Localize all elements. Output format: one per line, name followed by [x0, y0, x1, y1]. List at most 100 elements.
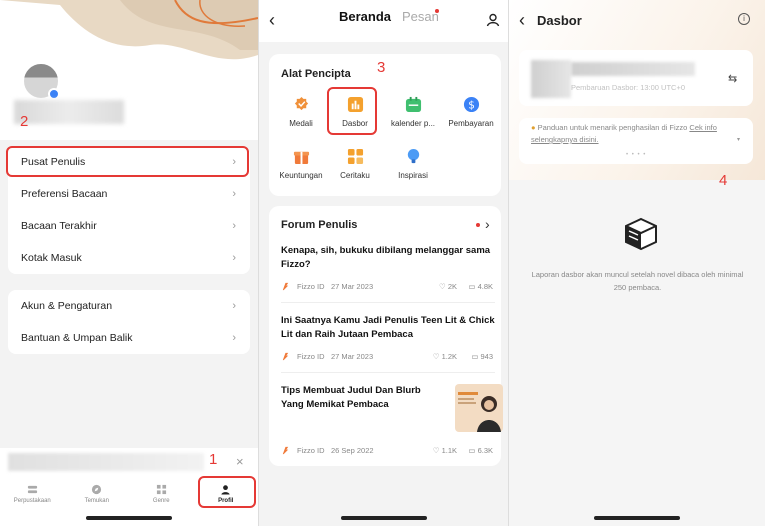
- calendar-icon: [405, 96, 421, 113]
- comment-icon: ▭: [468, 282, 478, 291]
- forum-more-arrow[interactable]: ›: [485, 216, 490, 232]
- home-indicator: [86, 516, 172, 520]
- forum-post-title[interactable]: Ini Saatnya Kamu Jadi Penulis Teen Lit &…: [281, 314, 495, 342]
- username-redacted: [14, 100, 124, 124]
- tool-label: Pembayaran: [448, 119, 494, 128]
- novel-cover-redacted: [531, 60, 571, 98]
- profile-icon[interactable]: [486, 13, 500, 27]
- divider: [281, 302, 495, 303]
- comments-count: 6.3K: [477, 446, 493, 455]
- writer-forum-card: Forum Penulis › Kenapa, sih, bukuku dibi…: [269, 206, 503, 466]
- post-likes: ♡ 2K: [439, 282, 457, 291]
- tool-medali[interactable]: Medali: [273, 96, 329, 128]
- profile-header: [0, 0, 258, 140]
- menu-item-label: Preferensi Bacaan: [21, 188, 108, 200]
- post-comments: ▭ 4.8K: [468, 282, 493, 291]
- tab-temukan[interactable]: Temukan: [65, 478, 130, 510]
- gift-icon: [293, 151, 309, 165]
- post-comments: ▭ 6.3K: [468, 446, 493, 455]
- chevron-right-icon: ›: [232, 300, 236, 312]
- tool-kalender[interactable]: kalender p...: [385, 96, 441, 128]
- divider: [281, 372, 495, 373]
- verified-badge-icon: [48, 88, 60, 100]
- heart-icon: ♡: [432, 352, 442, 361]
- earnings-notice: ● Panduan untuk menarik penghasilan di F…: [531, 122, 746, 146]
- tab-pesan[interactable]: Pesan: [402, 9, 439, 24]
- forum-post-title[interactable]: Kenapa, sih, bukuku dibilang melanggar s…: [281, 244, 495, 272]
- menu-group-settings: Akun & Pengaturan › Bantuan & Umpan Bali…: [8, 290, 250, 354]
- post-source: Fizzo ID: [297, 282, 325, 291]
- switch-novel-icon[interactable]: ⇆: [728, 72, 737, 85]
- tool-label: kalender p...: [390, 119, 436, 128]
- dashboard-screen: ‹ Dasbor i Pembaruan Dasbor: 13:00 UTC+0…: [508, 0, 765, 526]
- carousel-dots: • • • •: [626, 152, 647, 158]
- menu-item-label: Bantuan & Umpan Balik: [21, 332, 133, 344]
- annotation-3: 3: [377, 59, 386, 76]
- info-icon[interactable]: i: [738, 13, 750, 25]
- likes-count: 1.1K: [441, 446, 457, 455]
- fizzo-logo-icon: [282, 352, 289, 361]
- medal-icon: [294, 96, 308, 111]
- dashboard-update-time: Pembaruan Dasbor: 13:00 UTC+0: [571, 83, 686, 92]
- post-likes: ♡ 1.1K: [433, 446, 457, 455]
- menu-item-preferensi-bacaan[interactable]: Preferensi Bacaan ›: [8, 178, 250, 210]
- tool-ceritaku[interactable]: Ceritaku: [327, 148, 383, 180]
- comments-count: 943: [480, 352, 493, 361]
- tool-keuntungan[interactable]: Keuntungan: [273, 148, 329, 180]
- close-icon[interactable]: ×: [236, 454, 244, 469]
- tab-label: Temukan: [84, 498, 109, 504]
- library-icon: [27, 485, 37, 494]
- tool-pembayaran[interactable]: $ Pembayaran: [443, 96, 499, 128]
- annotation-2: 2: [20, 113, 29, 130]
- annotation-4: 4: [719, 172, 728, 189]
- tab-perpustakaan[interactable]: Perpustakaan: [0, 478, 65, 510]
- chevron-right-icon: ›: [232, 252, 236, 264]
- menu-item-label: Bacaan Terakhir: [21, 220, 97, 232]
- likes-count: 1.2K: [441, 352, 457, 361]
- tab-genre[interactable]: Genre: [129, 478, 194, 510]
- empty-box-icon: [625, 217, 657, 251]
- menu-item-label: Akun & Pengaturan: [21, 300, 113, 312]
- heart-icon: ♡: [432, 446, 442, 455]
- heart-icon: ♡: [439, 282, 448, 291]
- home-indicator: [594, 516, 680, 520]
- annotation-1: 1: [209, 451, 218, 468]
- chevron-right-icon: ›: [232, 332, 236, 344]
- novel-selector-card[interactable]: Pembaruan Dasbor: 13:00 UTC+0 ⇆: [519, 50, 753, 106]
- menu-item-bacaan-terakhir[interactable]: Bacaan Terakhir ›: [8, 210, 250, 242]
- lightbulb-icon: [407, 148, 419, 164]
- creator-tools-title: Alat Pencipta: [281, 68, 351, 80]
- highlight-dasbor: [327, 87, 377, 135]
- post-thumbnail-image: [455, 384, 503, 432]
- post-source: Fizzo ID: [297, 446, 325, 455]
- post-date: 27 Mar 2023: [331, 352, 374, 361]
- tool-label: Inspirasi: [398, 171, 428, 180]
- fizzo-logo-icon: [282, 446, 289, 455]
- menu-item-akun-pengaturan[interactable]: Akun & Pengaturan ›: [8, 290, 250, 322]
- svg-text:$: $: [468, 99, 475, 111]
- tool-label: Keuntungan: [279, 171, 323, 180]
- tab-beranda[interactable]: Beranda: [339, 9, 391, 24]
- top-bar: ‹ Beranda Pesan: [259, 0, 508, 42]
- empty-state-message: Laporan dasbor akan muncul setelah novel…: [531, 270, 744, 292]
- chevron-right-icon: ›: [232, 188, 236, 200]
- screenshot-root: 2 Pusat Penulis › Preferensi Bacaan › Ba…: [0, 0, 765, 526]
- unread-dot: [435, 9, 439, 13]
- expand-arrow-icon[interactable]: ▾: [737, 136, 740, 143]
- back-button[interactable]: ‹: [269, 10, 275, 31]
- forum-post-meta: Fizzo ID 27 Mar 2023 ♡ 2K ▭ 4.8K: [281, 282, 495, 292]
- promo-banner-redacted: [8, 453, 204, 471]
- writer-home-screen: ‹ Beranda Pesan Alat Pencipta Medali Das…: [258, 0, 508, 526]
- tab-label: Genre: [152, 498, 170, 504]
- forum-post-meta: Fizzo ID 27 Mar 2023 ♡ 1.2K ▭ 943: [281, 352, 495, 362]
- menu-item-bantuan-umpan-balik[interactable]: Bantuan & Umpan Balik ›: [8, 322, 250, 354]
- forum-post-title[interactable]: Tips Membuat Judul Dan Blurb Yang Memika…: [281, 384, 431, 412]
- tool-inspirasi[interactable]: Inspirasi: [385, 148, 441, 180]
- likes-count: 2K: [447, 282, 457, 291]
- menu-item-kotak-masuk[interactable]: Kotak Masuk ›: [8, 242, 250, 274]
- highlight-tab-profil: [198, 476, 256, 508]
- page-title: Dasbor: [537, 13, 582, 28]
- back-button[interactable]: ‹: [519, 10, 525, 31]
- dollar-icon: $: [463, 96, 479, 113]
- post-likes: ♡ 1.2K: [433, 352, 457, 361]
